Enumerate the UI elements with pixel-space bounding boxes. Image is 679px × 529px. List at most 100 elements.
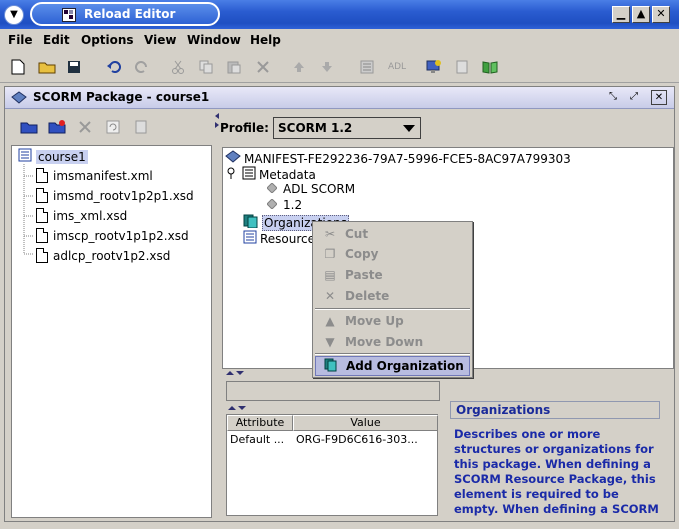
attribute-column-header[interactable]: Attribute: [227, 415, 293, 431]
menu-item-label: Move Up: [345, 314, 404, 328]
help-title: Organizations: [450, 401, 660, 419]
menu-item-cut[interactable]: ✂ Cut: [315, 224, 470, 244]
context-menu: ✂ Cut ❐ Copy ▤ Paste ✕ Delete ▲ Move Up ▼ Move…: [312, 221, 473, 378]
document-icon[interactable]: [452, 57, 472, 77]
paste-icon[interactable]: [224, 57, 244, 77]
collapse-arrows-icon[interactable]: [228, 405, 248, 411]
expand-handle-icon: [227, 167, 236, 182]
schema-version-label: 1.2: [283, 198, 303, 212]
help-line: element is required to be: [454, 487, 619, 501]
help-line: empty. When defining a SCORM: [454, 502, 659, 516]
menu-file[interactable]: File: [8, 33, 33, 47]
move-down-icon[interactable]: [317, 57, 337, 77]
menu-item-label: Move Down: [345, 335, 424, 349]
file-icon: [36, 248, 48, 263]
organizations-icon: [324, 358, 338, 375]
delete-file-icon[interactable]: [75, 117, 95, 137]
chevron-down-icon: [403, 125, 415, 132]
profile-value: SCORM 1.2: [278, 121, 353, 135]
menu-item-move-down[interactable]: ▼ Move Down: [315, 332, 470, 352]
new-folder-icon[interactable]: [47, 117, 67, 137]
file-tree: course1 imsmanifest.xml imsmd_rootv1p2p1…: [11, 145, 212, 518]
diamond-icon: [266, 198, 278, 212]
file-icon: [36, 188, 48, 203]
app-icon: [62, 8, 76, 22]
frame-close-icon[interactable]: ✕: [651, 90, 667, 105]
main-toolbar: ADL: [0, 51, 679, 83]
move-up-icon[interactable]: [289, 57, 309, 77]
menu-separator: [315, 353, 470, 355]
menu-separator: [315, 308, 470, 310]
profile-select[interactable]: SCORM 1.2: [273, 117, 421, 139]
value-cell[interactable]: ORG-F9D6C616-303...: [293, 432, 438, 448]
help-line: SCORM Resource Package, this: [454, 472, 656, 486]
package-list-icon: [18, 148, 32, 165]
metadata-icon: [242, 166, 256, 183]
menu-item-label: Paste: [345, 268, 383, 282]
attribute-table: Attribute Value Default ... ORG-F9D6C616…: [226, 414, 438, 516]
menu-item-copy[interactable]: ❐ Copy: [315, 244, 470, 264]
menu-window[interactable]: Window: [187, 33, 241, 47]
menu-item-move-up[interactable]: ▲ Move Up: [315, 311, 470, 331]
menu-view[interactable]: View: [144, 33, 176, 47]
tree-root-label: course1: [36, 149, 88, 164]
cut-icon[interactable]: [168, 57, 188, 77]
menu-help[interactable]: Help: [250, 33, 281, 47]
delete-icon[interactable]: [253, 57, 273, 77]
open-folder-icon[interactable]: [19, 117, 39, 137]
close-button[interactable]: ✕: [652, 6, 670, 23]
menu-options[interactable]: Options: [81, 33, 134, 47]
schema-node[interactable]: ADL SCORM: [266, 182, 355, 196]
title-pill: Reload Editor: [30, 2, 220, 26]
frame-title: SCORM Package - course1: [33, 90, 210, 104]
adl-button[interactable]: ADL: [384, 57, 410, 77]
file-label: imscp_rootv1p1p2.xsd: [53, 228, 189, 243]
value-column-header[interactable]: Value: [293, 415, 438, 431]
help-line: Describes one or more: [454, 427, 601, 441]
open-folder-icon[interactable]: [37, 57, 57, 77]
menu-item-label: Copy: [345, 247, 379, 261]
save-icon[interactable]: [64, 57, 84, 77]
profile-label: Profile:: [220, 121, 269, 135]
new-file-icon[interactable]: [8, 57, 28, 77]
file-item[interactable]: adlcp_rootv1p2.xsd: [36, 248, 170, 263]
organizations-icon: [243, 214, 259, 231]
frame-restore-icon[interactable]: ⤡: [605, 90, 621, 105]
paste-icon: ▤: [324, 268, 336, 282]
file-item[interactable]: imsmanifest.xml: [36, 168, 153, 183]
collapse-arrows-icon[interactable]: [226, 370, 246, 376]
maximize-button[interactable]: ▲: [632, 6, 650, 23]
file-item[interactable]: imscp_rootv1p1p2.xsd: [36, 228, 189, 243]
menu-edit[interactable]: Edit: [43, 33, 70, 47]
file-icon: [36, 168, 48, 183]
frame-title-bar: SCORM Package - course1 ⤡ ⤢ ✕: [5, 87, 674, 109]
redo-icon[interactable]: [132, 57, 152, 77]
file-icon: [36, 208, 48, 223]
manifest-node[interactable]: MANIFEST-FE292236-79A7-5996-FCE5-8AC97A7…: [225, 150, 571, 167]
file-item[interactable]: ims_xml.xsd: [36, 208, 127, 223]
copy-icon[interactable]: [196, 57, 216, 77]
frame-maximize-icon[interactable]: ⤢: [626, 90, 642, 105]
file-properties-icon[interactable]: [131, 117, 151, 137]
refresh-icon[interactable]: [103, 117, 123, 137]
window-title: Reload Editor: [84, 7, 176, 21]
resources-node[interactable]: Resources: [243, 230, 321, 247]
tree-root-course1[interactable]: course1: [18, 148, 88, 165]
system-menu-button[interactable]: ▼: [4, 5, 24, 25]
menu-bar: File Edit Options View Window Help: [0, 29, 679, 51]
copy-icon: ❐: [324, 247, 336, 261]
file-item[interactable]: imsmd_rootv1p2p1.xsd: [36, 188, 194, 203]
schema-version-node[interactable]: 1.2: [266, 198, 303, 212]
book-icon[interactable]: [480, 57, 500, 77]
menu-item-label: Cut: [345, 227, 369, 241]
metadata-node[interactable]: Metadata: [227, 166, 316, 183]
properties-icon[interactable]: [357, 57, 377, 77]
undo-icon[interactable]: [104, 57, 124, 77]
attribute-cell[interactable]: Default ...: [227, 432, 293, 448]
minimize-button[interactable]: ▁: [612, 6, 630, 23]
menu-item-paste[interactable]: ▤ Paste: [315, 265, 470, 285]
menu-item-delete[interactable]: ✕ Delete: [315, 286, 470, 306]
menu-item-add-organization[interactable]: Add Organization: [315, 356, 470, 376]
file-label: ims_xml.xsd: [53, 208, 128, 223]
preview-icon[interactable]: [424, 57, 444, 77]
